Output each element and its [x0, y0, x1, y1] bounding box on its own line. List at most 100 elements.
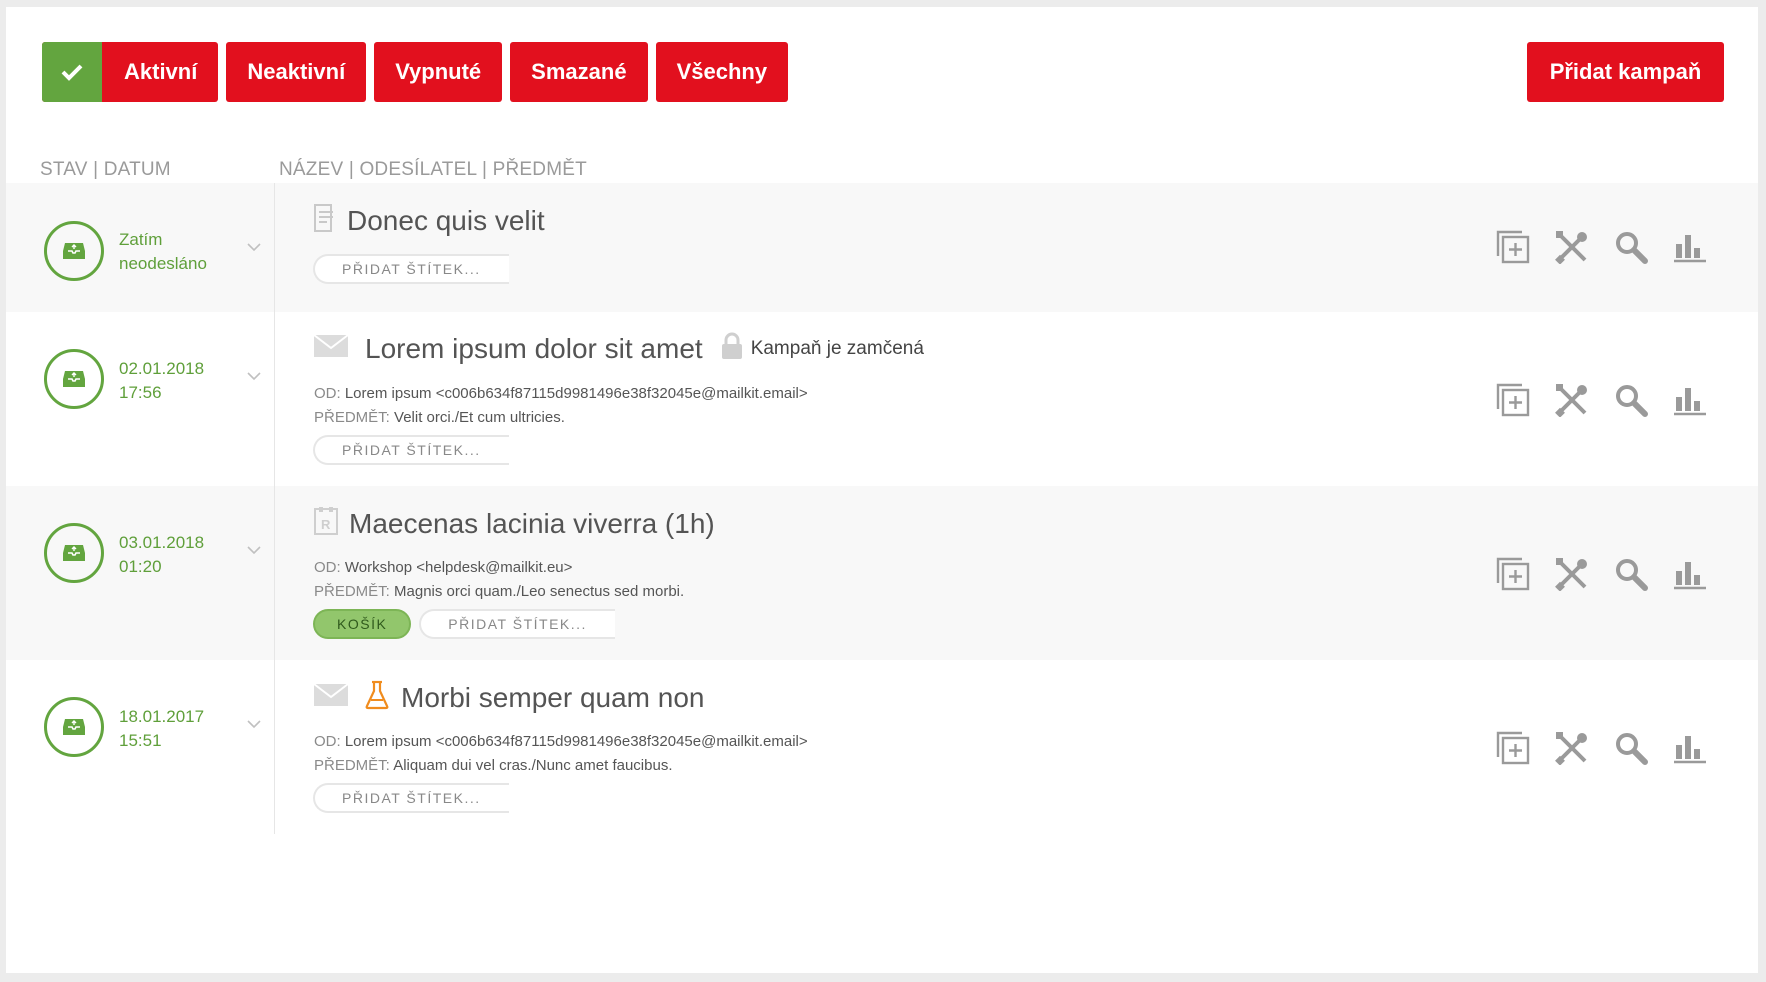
campaign-panel: Aktivní Neaktivní Vypnuté Smazané Všechn…	[6, 7, 1758, 973]
campaign-row: 03.01.2018 01:20 R Maecenas lacinia vive…	[6, 486, 1758, 660]
bar-chart-icon[interactable]	[1671, 729, 1709, 767]
campaign-meta: OD: Lorem ipsum <c006b634f87115d9981496e…	[314, 730, 808, 778]
status-line-1: 03.01.2018	[119, 533, 205, 552]
campaign-status: 02.01.2018 17:56	[119, 357, 204, 405]
sender-key: OD:	[314, 559, 341, 576]
search-icon[interactable]	[1612, 381, 1650, 419]
campaign-row: 18.01.2017 15:51 Morbi semper quam non O…	[6, 660, 1758, 834]
status-line-2: neodesláno	[119, 254, 207, 273]
status-line-1: Zatím	[119, 230, 163, 249]
row-divider	[274, 183, 275, 312]
column-header-status-date: STAV | DATUM	[40, 159, 171, 180]
duplicate-icon[interactable]	[1494, 555, 1532, 593]
filter-active-button[interactable]: Aktivní	[42, 42, 219, 102]
filter-active-label: Aktivní	[124, 59, 198, 84]
subject-value: Velit orci./Et cum ultricies.	[394, 409, 565, 426]
subject-line: PŘEDMĚT: Magnis orci quam./Leo senectus …	[314, 580, 684, 604]
status-line-1: 02.01.2018	[119, 359, 205, 378]
sender-key: OD:	[314, 733, 341, 750]
campaign-row: 02.01.2018 17:56 Lorem ipsum dolor sit a…	[6, 312, 1758, 486]
duplicate-icon[interactable]	[1494, 729, 1532, 767]
checkmark-icon	[42, 42, 102, 102]
subject-value: Aliquam dui vel cras./Nunc amet faucibus…	[393, 757, 673, 774]
subject-key: PŘEDMĚT:	[314, 583, 390, 600]
inbox-status-icon	[44, 697, 104, 757]
campaign-status: Zatím neodesláno	[119, 228, 207, 276]
campaign-title-wrap: R Maecenas lacinia viverra (1h)	[313, 506, 715, 541]
bar-chart-icon[interactable]	[1671, 381, 1709, 419]
status-line-2: 17:56	[119, 383, 162, 402]
add-tag-input[interactable]: PŘIDAT ŠTÍTEK...	[313, 783, 509, 813]
tag-badge[interactable]: KOŠÍK	[313, 609, 412, 639]
lock-icon	[721, 332, 743, 365]
tag-list: PŘIDAT ŠTÍTEK...	[313, 254, 509, 284]
add-tag-input[interactable]: PŘIDAT ŠTÍTEK...	[313, 254, 509, 284]
campaign-title-wrap: Morbi semper quam non	[313, 680, 704, 715]
filter-inactive-button[interactable]: Neaktivní	[226, 42, 367, 102]
document-icon	[313, 203, 337, 238]
inbox-status-icon	[44, 523, 104, 583]
status-line-1: 18.01.2017	[119, 707, 205, 726]
tools-icon[interactable]	[1553, 729, 1591, 767]
lock-text: Kampaň je zamčená	[750, 337, 924, 359]
add-tag-input[interactable]: PŘIDAT ŠTÍTEK...	[419, 609, 616, 639]
row-actions	[1494, 555, 1709, 593]
campaign-meta: OD: Workshop <helpdesk@mailkit.eu> PŘEDM…	[314, 556, 684, 604]
sender-value: Lorem ipsum <c006b634f87115d9981496e38f3…	[344, 385, 808, 402]
filter-disabled-button[interactable]: Vypnuté	[374, 42, 503, 102]
sender-value: Workshop <helpdesk@mailkit.eu>	[344, 559, 573, 576]
envelope-icon	[313, 683, 349, 712]
search-icon[interactable]	[1612, 729, 1650, 767]
duplicate-icon[interactable]	[1494, 381, 1532, 419]
tag-list: PŘIDAT ŠTÍTEK...	[313, 783, 509, 813]
sender-line: OD: Lorem ipsum <c006b634f87115d9981496e…	[314, 382, 808, 406]
tools-icon[interactable]	[1553, 555, 1591, 593]
filter-deleted-button[interactable]: Smazané	[510, 42, 648, 102]
tag-list: KOŠÍK PŘIDAT ŠTÍTEK...	[313, 609, 616, 639]
search-icon[interactable]	[1612, 555, 1650, 593]
campaign-row: Zatím neodesláno Donec quis velit PŘIDAT…	[6, 183, 1758, 312]
envelope-icon	[313, 334, 349, 363]
sender-key: OD:	[314, 385, 341, 402]
inbox-status-icon	[44, 221, 104, 281]
row-divider	[274, 312, 275, 486]
row-actions	[1494, 228, 1709, 266]
chevron-down-icon[interactable]	[247, 542, 261, 558]
search-icon[interactable]	[1612, 228, 1650, 266]
add-campaign-button[interactable]: Přidat kampaň	[1527, 42, 1724, 102]
campaign-title[interactable]: Donec quis velit	[347, 205, 545, 237]
subject-value: Magnis orci quam./Leo senectus sed morbi…	[394, 583, 685, 600]
campaign-status: 18.01.2017 15:51	[119, 705, 204, 753]
svg-text:R: R	[321, 517, 331, 532]
campaign-title-wrap: Donec quis velit	[313, 203, 545, 238]
bar-chart-icon[interactable]	[1671, 228, 1709, 266]
tag-list: PŘIDAT ŠTÍTEK...	[313, 435, 509, 465]
campaign-title[interactable]: Morbi semper quam non	[401, 682, 704, 714]
recurring-icon: R	[313, 506, 339, 541]
chevron-down-icon[interactable]	[247, 716, 261, 732]
lock-notice: Kampaň je zamčená	[721, 332, 924, 365]
chevron-down-icon[interactable]	[247, 239, 261, 255]
campaign-title[interactable]: Lorem ipsum dolor sit amet	[365, 333, 703, 365]
status-line-2: 01:20	[119, 557, 162, 576]
inbox-status-icon	[44, 349, 104, 409]
row-actions	[1494, 729, 1709, 767]
status-line-2: 15:51	[119, 731, 162, 750]
subject-line: PŘEDMĚT: Velit orci./Et cum ultricies.	[314, 406, 808, 430]
row-divider	[274, 660, 275, 834]
chevron-down-icon[interactable]	[247, 368, 261, 384]
sender-line: OD: Workshop <helpdesk@mailkit.eu>	[314, 556, 684, 580]
status-filter-bar: Aktivní Neaktivní Vypnuté Smazané Všechn…	[42, 42, 789, 102]
bar-chart-icon[interactable]	[1671, 555, 1709, 593]
flask-icon	[365, 680, 389, 715]
add-tag-input[interactable]: PŘIDAT ŠTÍTEK...	[313, 435, 509, 465]
subject-line: PŘEDMĚT: Aliquam dui vel cras./Nunc amet…	[314, 754, 808, 778]
duplicate-icon[interactable]	[1494, 228, 1532, 266]
campaign-title[interactable]: Maecenas lacinia viverra (1h)	[349, 508, 715, 540]
sender-value: Lorem ipsum <c006b634f87115d9981496e38f3…	[344, 733, 808, 750]
tools-icon[interactable]	[1553, 381, 1591, 419]
filter-all-button[interactable]: Všechny	[655, 42, 789, 102]
campaign-status: 03.01.2018 01:20	[119, 531, 204, 579]
subject-key: PŘEDMĚT:	[314, 409, 390, 426]
tools-icon[interactable]	[1553, 228, 1591, 266]
